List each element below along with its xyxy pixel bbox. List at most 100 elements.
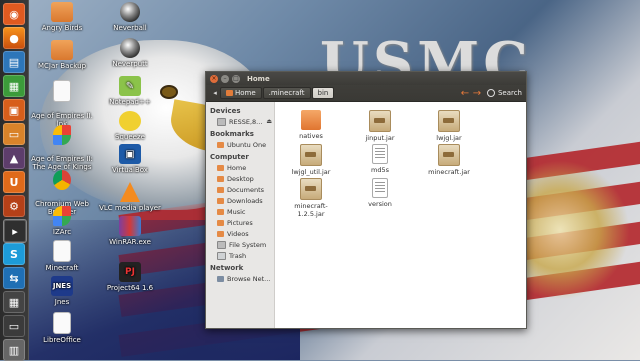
desktop-icon-project64[interactable]: PJ Project64 1.6: [98, 262, 162, 292]
calc-icon[interactable]: ▦: [3, 75, 25, 97]
file-item-natives[interactable]: natives: [281, 110, 341, 140]
file-item-minecraft-jar[interactable]: minecraft.jar: [419, 144, 479, 176]
sidebar-item-device[interactable]: RESSE,8... ⏏: [206, 116, 274, 127]
location-toolbar: ◂ Home .minecraft bin ← → Search: [206, 85, 526, 102]
jar-icon: [438, 144, 460, 166]
jar-icon: [300, 178, 322, 200]
maximize-button[interactable]: □: [232, 74, 240, 83]
firefox-icon[interactable]: ●: [3, 27, 25, 49]
vlc-icon: [120, 182, 140, 202]
file-item-version[interactable]: version: [350, 178, 410, 208]
desktop-icon-squeeze[interactable]: Squeeze: [98, 111, 162, 141]
home-folder-icon: [226, 90, 233, 96]
windows-icon: [53, 125, 71, 145]
sidebar-item-trash[interactable]: Trash: [206, 250, 274, 261]
project64-icon: PJ: [119, 262, 141, 282]
desktop-icon-virtualbox[interactable]: ▣ VirtualBox: [98, 144, 162, 174]
sidebar-item-music[interactable]: Music: [206, 206, 274, 217]
squeeze-icon: [119, 111, 141, 131]
folder-icon: [51, 2, 73, 22]
sidebar-item-pictures[interactable]: Pictures: [206, 217, 274, 228]
trash-icon: [217, 251, 226, 260]
sidebar-item-home[interactable]: Home: [206, 162, 274, 173]
breadcrumb-bin[interactable]: bin: [311, 87, 335, 99]
software-center-icon[interactable]: ▲: [3, 147, 25, 169]
drive-icon: [217, 117, 226, 126]
document-icon: [53, 312, 71, 334]
skype-icon[interactable]: S: [3, 243, 25, 265]
sidebar-heading-devices: Devices: [210, 107, 241, 115]
files-icon[interactable]: ▭: [3, 315, 25, 337]
places-sidebar: Devices RESSE,8... ⏏ Bookmarks Ubuntu On…: [206, 102, 275, 328]
jar-icon: [300, 144, 322, 166]
breadcrumb-home[interactable]: Home: [220, 87, 262, 99]
document-icon: [53, 240, 71, 262]
ubuntu-one-icon[interactable]: U: [3, 171, 25, 193]
unity-launcher: ◉ ● ▤ ▦ ▣ ▭ ▲ U ⚙ ▸ S ⇆ ▦ ▭ ▥: [0, 0, 29, 361]
close-button[interactable]: ×: [210, 74, 218, 83]
desktop-icon-jnes[interactable]: JNES Jnes: [30, 276, 94, 306]
sidebar-item-ubuntu-one[interactable]: Ubuntu One: [206, 139, 274, 150]
minimize-button[interactable]: –: [221, 74, 229, 83]
workspace-switcher-icon[interactable]: ▦: [3, 291, 25, 313]
settings-icon[interactable]: ⚙: [3, 195, 25, 217]
file-manager-icon[interactable]: ▭: [3, 123, 25, 145]
jnes-icon: JNES: [51, 276, 73, 296]
text-file-icon: [372, 144, 388, 164]
sidebar-item-documents[interactable]: Documents: [206, 184, 274, 195]
breadcrumb-left-icon[interactable]: ◂: [210, 89, 220, 97]
winrar-icon: [119, 216, 141, 236]
teamviewer-icon[interactable]: ⇆: [3, 267, 25, 289]
desktop-icon-notepadpp[interactable]: ✎ Notepad++: [98, 76, 162, 106]
terminal-icon[interactable]: ▸: [3, 219, 27, 243]
file-view: natives jinput.jar lwjgl.jar lwjgl_util.…: [275, 102, 526, 328]
desktop-icon-mcjar-backup[interactable]: MCJar Backup: [30, 40, 94, 70]
music-folder-icon: [217, 208, 224, 215]
desktop-icon-winrar[interactable]: WinRAR.exe: [98, 216, 162, 246]
videos-folder-icon: [217, 230, 224, 237]
writer-icon[interactable]: ▤: [3, 51, 25, 73]
eject-icon[interactable]: ⏏: [266, 118, 272, 125]
sidebar-heading-network: Network: [210, 264, 244, 272]
document-icon: [53, 80, 71, 102]
search-icon: [486, 89, 495, 97]
documents-folder-icon: [217, 186, 224, 193]
file-item-minecraft-125[interactable]: minecraft-1.2.5.jar: [281, 178, 341, 218]
forward-arrow-icon[interactable]: →: [471, 88, 483, 99]
desktop-icon-minecraft[interactable]: Minecraft: [30, 240, 94, 272]
downloads-folder-icon: [217, 197, 224, 204]
dash-home-icon[interactable]: ◉: [3, 3, 25, 25]
desktop-icon-neverputt[interactable]: Neverputt: [98, 38, 162, 68]
back-arrow-icon[interactable]: ←: [459, 88, 471, 99]
desktop-icon-izarc[interactable]: IZArc: [30, 206, 94, 236]
virtualbox-icon: ▣: [119, 144, 141, 164]
desktop-icon-vlc[interactable]: VLC media player: [98, 182, 162, 212]
network-icon: [217, 275, 224, 282]
file-item-jinput[interactable]: jinput.jar: [350, 110, 410, 142]
desktop-icon-neverball[interactable]: Neverball: [98, 2, 162, 32]
trash-icon[interactable]: ▥: [3, 339, 25, 361]
desktop-icon-angry-birds[interactable]: Angry Birds: [30, 2, 94, 32]
sidebar-heading-computer: Computer: [210, 153, 249, 161]
folder-icon: [217, 141, 224, 148]
jar-icon: [369, 110, 391, 132]
chromium-icon: [53, 170, 71, 190]
sidebar-item-videos[interactable]: Videos: [206, 228, 274, 239]
home-icon: [217, 164, 224, 171]
desktop-folder-icon: [217, 175, 224, 182]
sidebar-item-file-system[interactable]: File System: [206, 239, 274, 250]
sidebar-item-browse-network[interactable]: Browse Net...: [206, 273, 274, 284]
file-item-lwjgl-util[interactable]: lwjgl_util.jar: [281, 144, 341, 176]
sidebar-heading-bookmarks: Bookmarks: [210, 130, 254, 138]
impress-icon[interactable]: ▣: [3, 99, 25, 121]
window-titlebar[interactable]: × – □ Home: [206, 72, 526, 85]
pictures-folder-icon: [217, 219, 224, 226]
sidebar-item-downloads[interactable]: Downloads: [206, 195, 274, 206]
file-item-lwjgl[interactable]: lwjgl.jar: [419, 110, 479, 142]
sidebar-item-desktop[interactable]: Desktop: [206, 173, 274, 184]
folder-icon: [51, 40, 73, 60]
desktop-icon-libreoffice[interactable]: LibreOffice: [30, 312, 94, 344]
file-item-md5s[interactable]: md5s: [350, 144, 410, 174]
search-button[interactable]: Search: [486, 89, 522, 97]
breadcrumb-minecraft[interactable]: .minecraft: [262, 87, 311, 99]
